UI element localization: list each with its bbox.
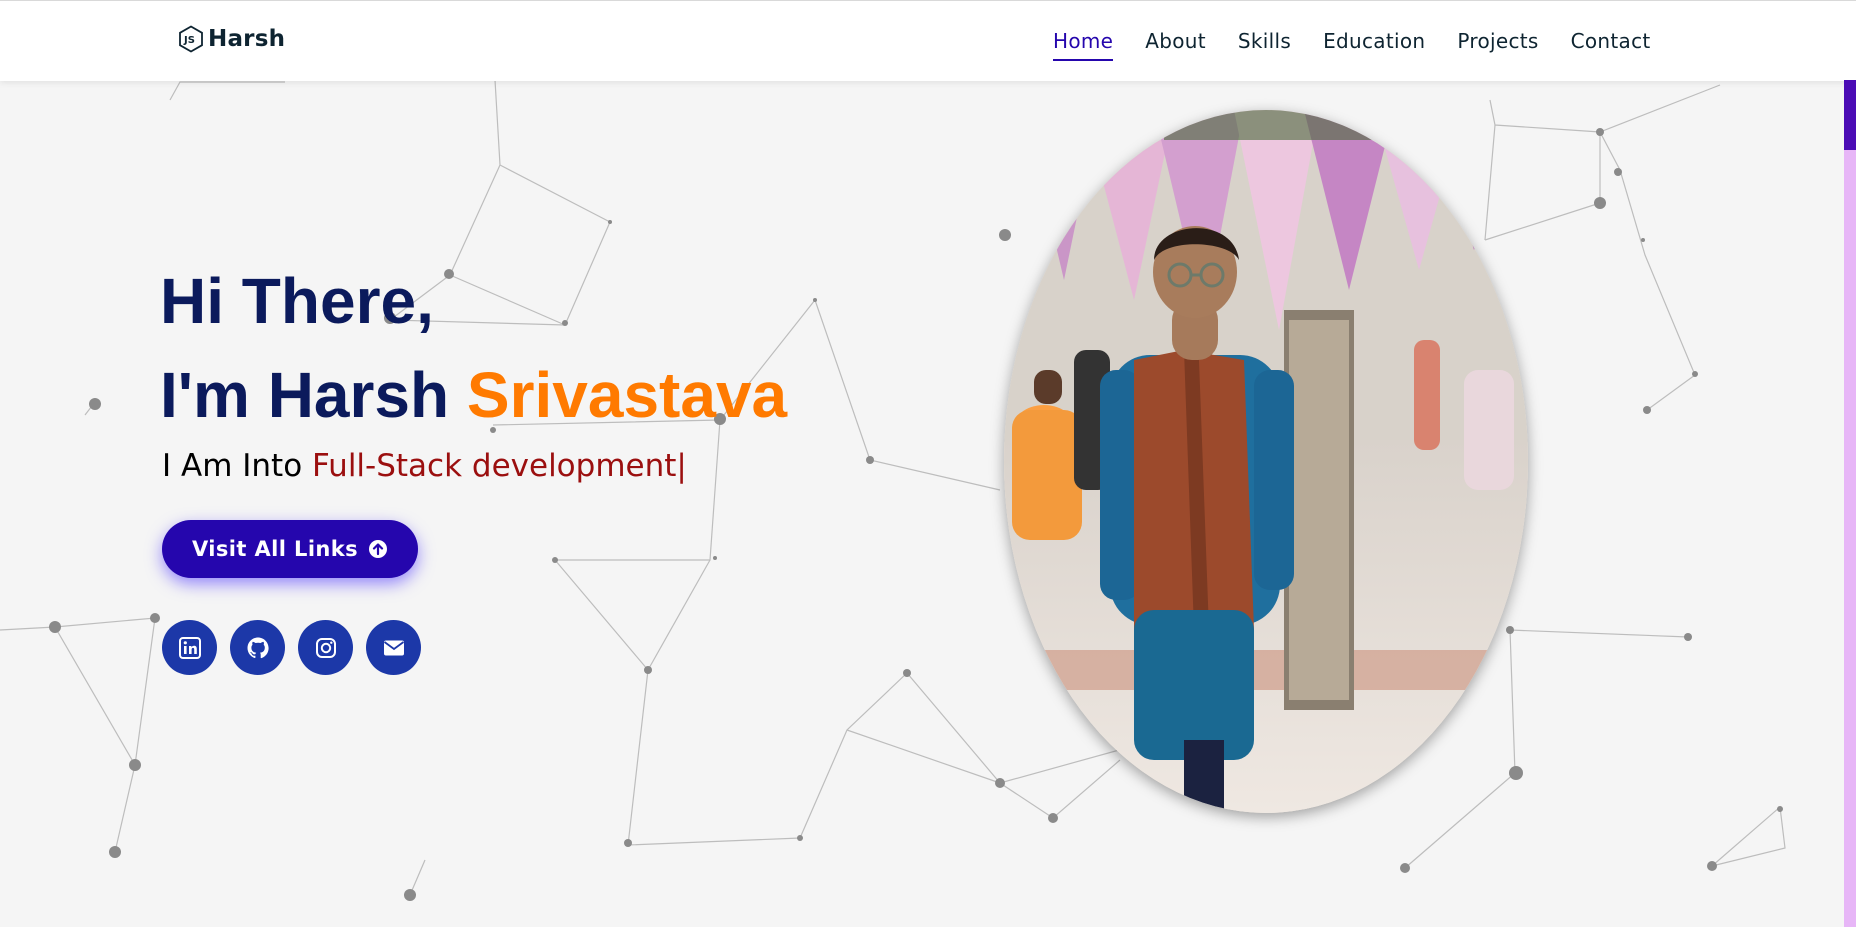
arrow-circle-up-icon (369, 540, 388, 558)
svg-text:JS: JS (183, 35, 195, 46)
brand-logo[interactable]: JS Harsh (178, 25, 285, 53)
visit-all-links-button[interactable]: Visit All Links (162, 520, 418, 578)
email-link[interactable] (366, 620, 421, 675)
scroll-track[interactable] (1844, 80, 1856, 927)
linkedin-link[interactable] (162, 620, 217, 675)
nav-menu: Home About Skills Education Projects Con… (1053, 29, 1651, 53)
nav-projects[interactable]: Projects (1457, 29, 1538, 61)
navbar: JS Harsh Home About Skills Education Pro… (0, 0, 1856, 81)
instagram-link[interactable] (298, 620, 353, 675)
surname-highlight: Srivastava (466, 359, 788, 431)
instagram-icon (315, 637, 336, 658)
nav-about[interactable]: About (1145, 29, 1206, 61)
profile-photo (1004, 110, 1528, 813)
github-link[interactable] (230, 620, 285, 675)
typing-line: I Am Into Full-Stack development| (162, 448, 687, 484)
cta-label: Visit All Links (191, 537, 359, 561)
github-icon (247, 637, 269, 658)
social-links (162, 620, 421, 675)
hero-heading: Hi There, I'm Harsh Srivastava (160, 254, 787, 442)
nav-home[interactable]: Home (1053, 29, 1113, 61)
nav-contact[interactable]: Contact (1571, 29, 1651, 61)
typed-text: Full-Stack development| (312, 448, 687, 484)
nav-skills[interactable]: Skills (1238, 29, 1291, 61)
brand-name: Harsh (208, 26, 286, 52)
linkedin-icon (178, 636, 201, 659)
envelope-icon (383, 640, 404, 655)
scroll-thumb[interactable] (1844, 80, 1856, 150)
intro-text: I'm Harsh (160, 359, 467, 431)
hero-section: Hi There, I'm Harsh Srivastava I Am Into… (0, 0, 1856, 927)
nodejs-hexagon-icon: JS (179, 25, 203, 53)
nav-education[interactable]: Education (1323, 29, 1425, 61)
profile-photo-illustration (1004, 110, 1528, 813)
greeting-text: Hi There, (160, 265, 434, 337)
typing-prefix: I Am Into (162, 448, 313, 484)
